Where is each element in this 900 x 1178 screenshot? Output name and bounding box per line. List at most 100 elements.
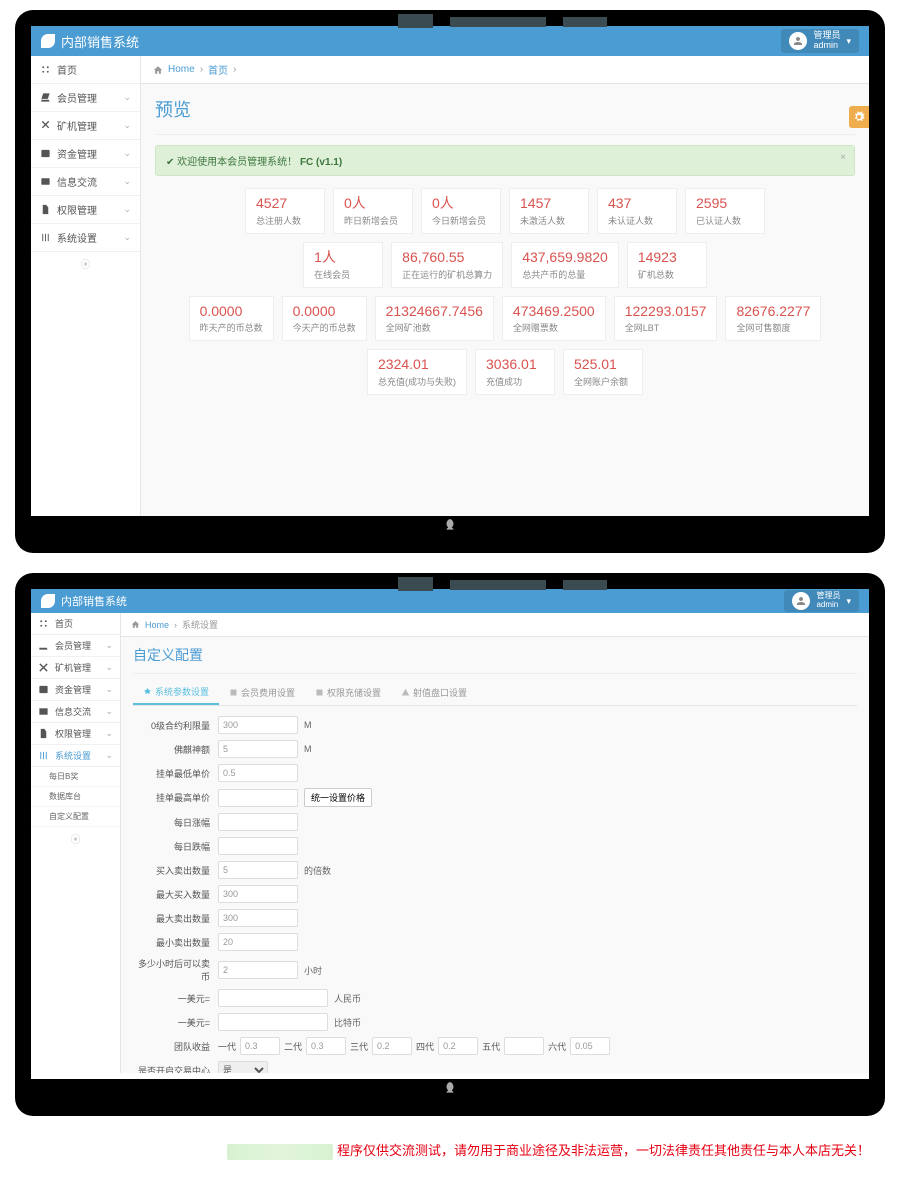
user-menu[interactable]: 管理员admin ▾ [784, 590, 859, 612]
sidebar-item-info[interactable]: 信息交流⌄ [31, 701, 120, 723]
breadcrumb-home[interactable]: Home [168, 64, 195, 75]
config-form: 0级合约利限量M 佛麒神额M 挂单最低单价 挂单最高单价统一设置价格 每日涨幅 … [121, 706, 869, 1073]
sidebar-item-perm[interactable]: 权限管理⌄ [31, 196, 140, 224]
topbar: 内部销售系统 管理员 admin ▾ [31, 26, 869, 56]
user-name: admin [813, 41, 840, 51]
user-menu[interactable]: 管理员 admin ▾ [781, 29, 859, 53]
min-sell-input[interactable] [218, 933, 298, 951]
chevron-down-icon: ⌄ [123, 120, 131, 131]
max-buy-input[interactable] [218, 885, 298, 903]
brand: 内部销售系统 [41, 32, 139, 51]
leaf-icon [41, 594, 55, 608]
sidebar-item-home[interactable]: 首页 [31, 613, 120, 635]
stat-card: 2324.01总充值(成功与失败) [367, 349, 467, 395]
team-gen-input[interactable] [240, 1037, 280, 1055]
tab-dial[interactable]: 射值盘口设置 [391, 680, 477, 705]
sidebar-item-miner[interactable]: 矿机管理⌄ [31, 112, 140, 140]
sidebar-collapse-button[interactable]: ⦿ [31, 827, 120, 850]
usd-cny-input[interactable] [218, 989, 328, 1007]
brand-title: 内部销售系统 [61, 32, 139, 51]
chevron-down-icon: ⌄ [123, 232, 131, 243]
stat-card: 4527总注册人数 [245, 188, 325, 234]
stats-row-1: 4527总注册人数0人昨日新增会员0人今日新增会员1457未激活人数437未认证… [181, 188, 829, 234]
sidebar-item-fund[interactable]: 资金管理⌄ [31, 679, 120, 701]
chevron-down-icon: ⌄ [123, 176, 131, 187]
sidebar-item-info[interactable]: 信息交流⌄ [31, 168, 140, 196]
breadcrumb-page[interactable]: 首页 [208, 62, 228, 77]
stat-card: 122293.0157全网LBT [614, 296, 718, 342]
leaf-icon [41, 34, 55, 48]
sell-delay-input[interactable] [218, 961, 298, 979]
sidebar-item-perm[interactable]: 权限管理⌄ [31, 723, 120, 745]
sidebar-item-home[interactable]: 首页 [31, 56, 140, 84]
breadcrumb: Home › 系统设置 [121, 613, 869, 637]
sidebar-sub-daily[interactable]: 每日B奖 [31, 767, 120, 787]
team-profit-group: 一代二代三代四代五代六代 [218, 1037, 610, 1055]
stats-row-4: 2324.01总充值(成功与失败)3036.01充值成功525.01全网账户余额 [181, 349, 829, 395]
team-gen-input[interactable] [306, 1037, 346, 1055]
sidebar-sub-db[interactable]: 数据库台 [31, 787, 120, 807]
max-sell-input[interactable] [218, 909, 298, 927]
stat-card: 2595已认证人数 [685, 188, 765, 234]
chevron-down-icon: ⌄ [123, 92, 131, 103]
foqi-input[interactable] [218, 740, 298, 758]
sidebar-item-settings[interactable]: 系统设置⌄ [31, 224, 140, 252]
sidebar-item-miner[interactable]: 矿机管理⌄ [31, 657, 120, 679]
stats-row-2: 1人在线会员86,760.55正在运行的矿机总算力437,659.9820总共产… [181, 242, 829, 288]
team-gen-input[interactable] [570, 1037, 610, 1055]
unify-price-button[interactable]: 统一设置价格 [304, 788, 372, 807]
disclaimer: 程序仅供交流测试，请勿用于商业途径及非法运营，一切法律责任其他责任与本人本店无关… [10, 1136, 890, 1168]
stat-card: 0.0000昨天产的币总数 [189, 296, 274, 342]
sidebar-item-fund[interactable]: 资金管理⌄ [31, 140, 140, 168]
enable-trade-select[interactable]: 是 [218, 1061, 268, 1073]
sidebar-item-member[interactable]: 会员管理⌄ [31, 635, 120, 657]
stat-card: 0.0000今天产的币总数 [282, 296, 367, 342]
stat-card: 0人昨日新增会员 [333, 188, 413, 234]
team-gen-input[interactable] [504, 1037, 544, 1055]
config-tabs: 系统参数设置 会员费用设置 权限充储设置 射值盘口设置 [133, 680, 857, 706]
sidebar-collapse-button[interactable]: ⦿ [31, 252, 140, 275]
breadcrumb: Home › 首页 › [141, 56, 869, 84]
stat-card: 0人今日新增会员 [421, 188, 501, 234]
stat-card: 86,760.55正在运行的矿机总算力 [391, 242, 503, 288]
daily-fall-input[interactable] [218, 837, 298, 855]
close-icon[interactable]: × [840, 152, 846, 163]
sidebar-sub-custom[interactable]: 自定义配置 [31, 807, 120, 827]
usd-btc-input[interactable] [218, 1013, 328, 1031]
max-price-input[interactable] [218, 789, 298, 807]
redacted-block [227, 1144, 333, 1160]
stat-card: 1457未激活人数 [509, 188, 589, 234]
page-title: 预览 [141, 84, 869, 134]
sidebar-item-member[interactable]: 会员管理⌄ [31, 84, 140, 112]
home-icon [131, 620, 140, 629]
stats-row-3: 0.0000昨天产的币总数0.0000今天产的币总数21324667.7456全… [181, 296, 829, 342]
chevron-down-icon: ⌄ [123, 204, 131, 215]
stat-card: 14923矿机总数 [627, 242, 707, 288]
daily-rise-input[interactable] [218, 813, 298, 831]
tab-system-params[interactable]: 系统参数设置 [133, 680, 219, 705]
team-gen-input[interactable] [438, 1037, 478, 1055]
page-title: 自定义配置 [121, 637, 869, 673]
welcome-alert: ✔ 欢迎使用本会员管理系统！ FC (v1.1) × [155, 145, 855, 176]
stat-card: 473469.2500全网赠票数 [502, 296, 606, 342]
stat-card: 21324667.7456全网矿池数 [375, 296, 494, 342]
home-icon [153, 65, 163, 75]
chevron-down-icon: ▾ [846, 596, 851, 607]
stat-card: 82676.2277全网可售额度 [725, 296, 821, 342]
min-price-input[interactable] [218, 764, 298, 782]
stat-card: 437,659.9820总共产币的总量 [511, 242, 619, 288]
settings-drawer-button[interactable] [849, 106, 869, 128]
tab-member-fee[interactable]: 会员费用设置 [219, 680, 305, 705]
stat-card: 525.01全网账户余额 [563, 349, 643, 395]
sidebar-item-settings[interactable]: 系统设置⌄ [31, 745, 120, 767]
stat-card: 1人在线会员 [303, 242, 383, 288]
tab-perm-store[interactable]: 权限充储设置 [305, 680, 391, 705]
stat-card: 437未认证人数 [597, 188, 677, 234]
sidebar: 首页 会员管理⌄ 矿机管理⌄ 资金管理⌄ 信息交流⌄ 权限管理⌄ 系统设置⌄ ⦿ [31, 56, 141, 516]
team-gen-input[interactable] [372, 1037, 412, 1055]
avatar-icon [792, 592, 810, 610]
chevron-down-icon: ⌄ [123, 148, 131, 159]
trade-step-input[interactable] [218, 861, 298, 879]
level0-limit-input[interactable] [218, 716, 298, 734]
chevron-down-icon: ▾ [846, 36, 851, 47]
